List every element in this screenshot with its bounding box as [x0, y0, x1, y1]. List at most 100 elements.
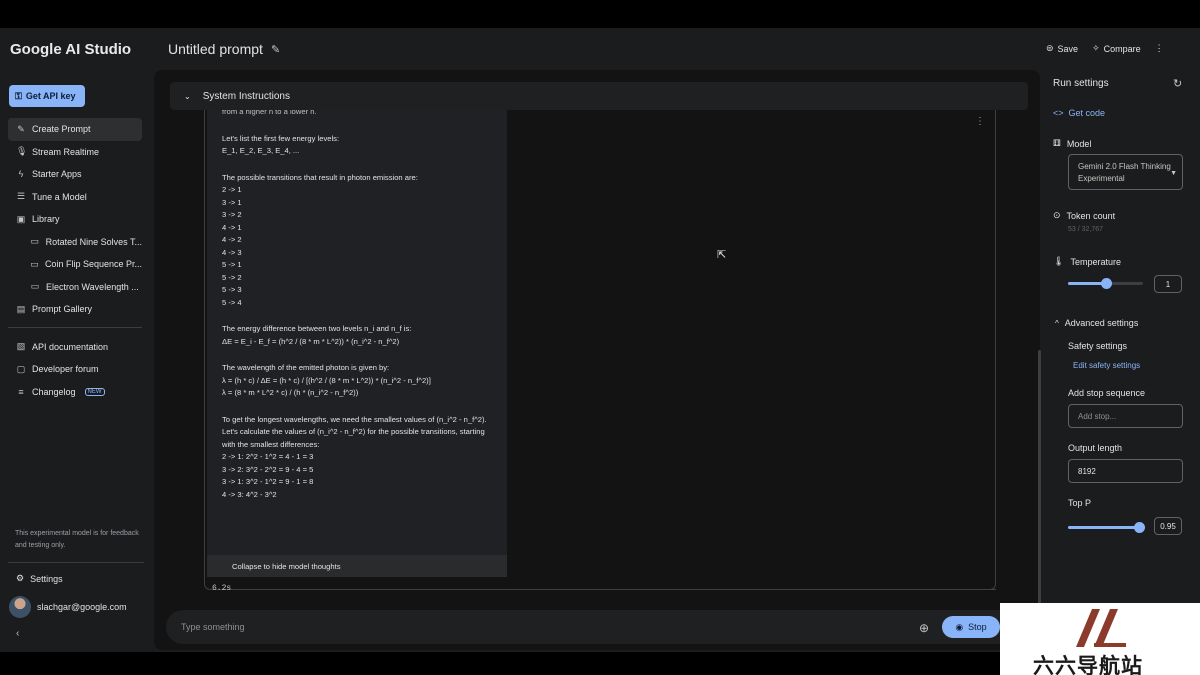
temperature-slider-handle[interactable] [1101, 278, 1112, 289]
page-title-area: Untitled prompt ✎ [168, 41, 280, 57]
stop-icon: ◉ [955, 621, 964, 632]
sidebar-item-stream-realtime[interactable]: 🎙︎ Stream Realtime [8, 141, 142, 164]
settings-label: Settings [30, 573, 63, 584]
get-api-key-button[interactable]: ⚿ Get API key [9, 85, 85, 107]
token-icon: ⊙ [1053, 210, 1061, 220]
chevron-up-icon: ^ [1055, 318, 1059, 328]
output-length-input[interactable]: 8192 [1068, 459, 1183, 483]
collapse-thoughts-button[interactable]: Collapse to hide model thoughts [207, 555, 507, 577]
token-count-row: ⊙ Token count [1053, 210, 1115, 221]
sidebar-item-label: Developer forum [32, 364, 99, 375]
library-item-rotated-nine[interactable]: ▭ Rotated Nine Solves T... [8, 231, 142, 254]
system-instructions-label: System Instructions [202, 90, 290, 102]
system-instructions-toggle[interactable]: ⌄ System Instructions [170, 82, 1028, 110]
save-icon: ⊜ [1046, 43, 1054, 53]
library-item-electron-wavelength[interactable]: ▭ Electron Wavelength ... [8, 276, 142, 299]
thermometer-icon: 🌡︎ [1053, 256, 1065, 266]
run-settings-panel: Run settings ↻ <> Get code ⚅ Model Gemin… [1038, 70, 1200, 652]
sidebar-divider [8, 562, 144, 563]
header-actions: ⊜ Save ✧ Compare ⋮ [1046, 43, 1164, 54]
save-button[interactable]: ⊜ Save [1046, 43, 1078, 54]
mic-icon: 🎙︎ [16, 146, 28, 157]
compare-button[interactable]: ✧ Compare [1092, 43, 1141, 54]
sidebar: Google AI Studio ⚿ Get API key ✎ Create … [0, 28, 152, 652]
sidebar-nav: ✎ Create Prompt 🎙︎ Stream Realtime ϟ Sta… [8, 118, 142, 403]
library-item-label: Rotated Nine Solves T... [45, 236, 142, 247]
sidebar-item-starter-apps[interactable]: ϟ Starter Apps [8, 163, 142, 186]
stop-button[interactable]: ◉ Stop [942, 616, 1000, 638]
edit-title-icon[interactable]: ✎ [271, 43, 280, 56]
chat-icon: ▭ [30, 281, 40, 292]
sidebar-item-library[interactable]: ▣ Library [8, 208, 142, 231]
nav-divider [8, 326, 142, 328]
gear-icon: ⚙ [16, 573, 25, 583]
model-label: Model [1066, 138, 1092, 149]
save-label: Save [1057, 43, 1079, 54]
elapsed-time: 6.2s [212, 584, 232, 593]
chevron-down-icon: ⌄ [184, 91, 191, 101]
model-thoughts: from a higher n to a lower n. Let's list… [207, 110, 507, 575]
sidebar-item-prompt-gallery[interactable]: ▤ Prompt Gallery [8, 298, 142, 321]
token-count-value: 53 / 32,767 [1068, 226, 1104, 233]
dropdown-caret-icon: ▼ [1170, 170, 1177, 177]
edit-safety-settings-link[interactable]: Edit safety settings [1073, 361, 1140, 370]
video-letterbox-top [0, 0, 1200, 28]
sidebar-item-api-docs[interactable]: ▧ API documentation [8, 336, 142, 359]
get-code-button[interactable]: <> Get code [1053, 108, 1105, 118]
sidebar-item-label: Tune a Model [32, 191, 87, 202]
temperature-row: 🌡︎ Temperature [1053, 256, 1121, 267]
run-settings-title: Run settings [1053, 78, 1109, 89]
page-title: Untitled prompt [168, 41, 263, 57]
sidebar-item-changelog[interactable]: ≡ Changelog NEW [8, 381, 142, 404]
advanced-settings-label: Advanced settings [1064, 318, 1139, 328]
settings-button[interactable]: ⚙ Settings [16, 573, 63, 584]
safety-settings-label: Safety settings [1068, 341, 1128, 351]
library-item-label: Coin Flip Sequence Pr... [44, 259, 142, 270]
sidebar-item-label: Changelog [32, 386, 76, 397]
sidebar-item-tune-model[interactable]: ☰ Tune a Model [8, 186, 142, 209]
changelog-icon: ≡ [18, 386, 24, 397]
sidebar-item-create-prompt[interactable]: ✎ Create Prompt [8, 118, 142, 141]
more-options-icon[interactable]: ⋮ [1155, 43, 1164, 54]
sidebar-item-developer-forum[interactable]: ▢ Developer forum [8, 358, 142, 381]
turn-options-icon[interactable]: ⋮ [975, 116, 985, 127]
add-media-icon[interactable]: ⊕ [919, 621, 929, 635]
token-count-label: Token count [1066, 210, 1116, 221]
top-p-input[interactable]: 0.95 [1154, 517, 1182, 535]
reset-icon[interactable]: ↻ [1173, 77, 1182, 90]
user-email: slachgar@google.com [37, 602, 127, 612]
sidebar-item-label: Stream Realtime [32, 146, 100, 157]
temperature-slider[interactable] [1068, 278, 1143, 289]
library-icon: ▣ [16, 213, 26, 224]
library-item-coin-flip[interactable]: ▭ Coin Flip Sequence Pr... [8, 253, 142, 276]
prompt-input-placeholder: Type something [181, 622, 245, 632]
gallery-icon: ▤ [16, 303, 26, 314]
thought-paragraph: The possible transitions that result in … [222, 172, 418, 307]
experimental-note: This experimental model is for feedback … [15, 530, 139, 549]
get-api-key-label: Get API key [25, 91, 76, 101]
compare-icon: ✧ [1092, 43, 1100, 53]
top-p-slider[interactable] [1068, 522, 1145, 533]
new-badge: NEW [84, 387, 105, 396]
docs-icon: ▧ [16, 341, 26, 352]
code-icon: <> [1053, 108, 1064, 118]
top-p-slider-handle[interactable] [1134, 522, 1145, 533]
temperature-input[interactable]: 1 [1154, 275, 1182, 293]
library-item-label: Electron Wavelength ... [46, 281, 139, 292]
app-brand: Google AI Studio [10, 41, 132, 58]
watermark-text: 六六导航站 [1033, 654, 1143, 675]
key-icon: ⚿ [15, 90, 22, 101]
top-p-slider-fill [1068, 526, 1139, 529]
thought-paragraph: The wavelength of the emitted photon is … [222, 363, 431, 397]
timing-divider [238, 589, 996, 590]
thought-paragraph: To get the longest wavelengths, we need … [222, 414, 487, 499]
collapse-sidebar-icon[interactable]: ‹ [16, 628, 19, 639]
stop-sequence-input[interactable]: Add stop... [1068, 404, 1183, 428]
prompt-input[interactable]: Type something [166, 610, 1034, 644]
user-account[interactable]: slachgar@google.com [9, 596, 127, 618]
model-select[interactable]: Gemini 2.0 Flash Thinking Experimental ▼ [1068, 154, 1183, 190]
watermark-logo [1076, 609, 1126, 647]
advanced-settings-toggle[interactable]: ^ Advanced settings [1055, 318, 1138, 328]
create-prompt-icon: ✎ [17, 123, 25, 134]
compare-label: Compare [1103, 43, 1141, 54]
